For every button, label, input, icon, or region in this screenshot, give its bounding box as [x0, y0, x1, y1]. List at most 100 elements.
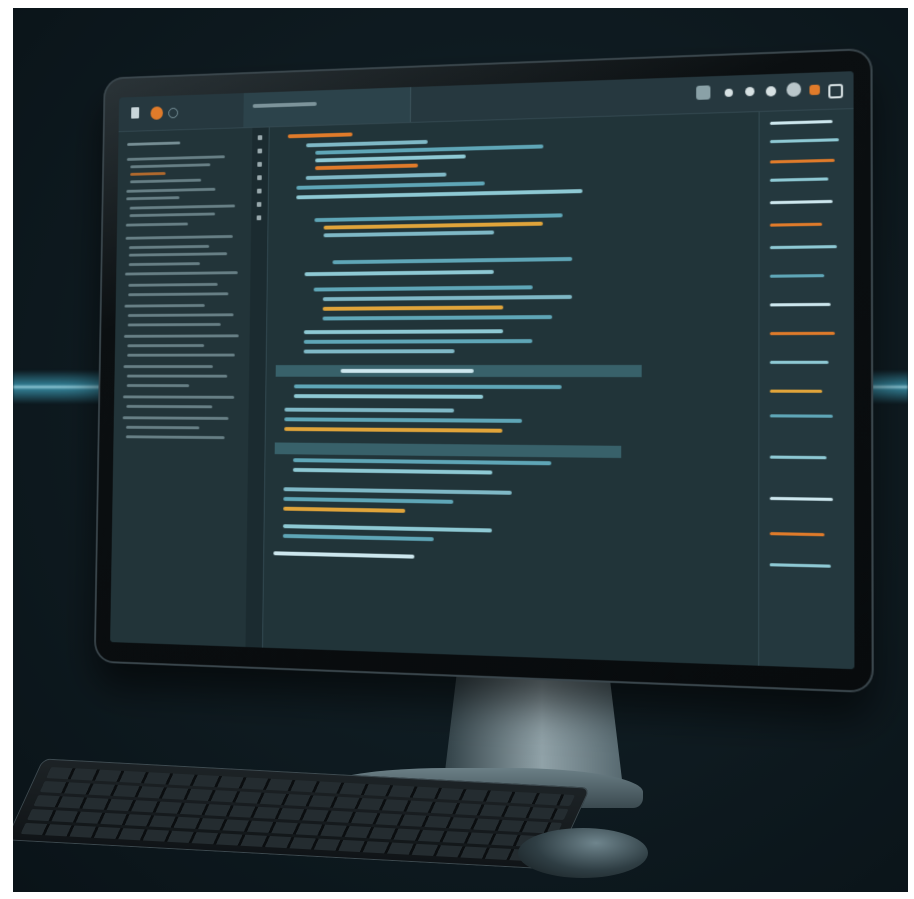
code-line — [284, 407, 455, 413]
panel-item[interactable] — [769, 222, 823, 227]
list-item[interactable] — [127, 313, 234, 317]
code-line — [305, 172, 447, 180]
panel-item[interactable] — [769, 158, 835, 164]
extensions-icon[interactable] — [256, 188, 262, 194]
settings-icon[interactable] — [828, 83, 844, 99]
mouse — [518, 828, 648, 878]
panel-item[interactable] — [769, 563, 831, 568]
panel-item[interactable] — [769, 496, 833, 501]
terminal-icon[interactable] — [256, 215, 262, 221]
list-item[interactable] — [126, 425, 200, 430]
code-line — [293, 394, 484, 399]
list-item[interactable] — [122, 416, 229, 420]
panel-item[interactable] — [769, 331, 835, 336]
orange-bag-icon[interactable] — [809, 84, 820, 96]
panel-item[interactable] — [769, 199, 833, 205]
list-item[interactable] — [128, 262, 200, 267]
code-line — [306, 139, 428, 148]
list-item[interactable] — [123, 395, 235, 399]
explorer-icon[interactable] — [257, 135, 263, 141]
code-line — [332, 256, 573, 265]
code-line — [323, 221, 543, 230]
list-item[interactable] — [125, 235, 233, 240]
panel-item[interactable] — [769, 455, 827, 460]
outline-icon[interactable] — [256, 202, 262, 207]
code-line — [303, 349, 455, 354]
panel-item[interactable] — [769, 389, 823, 393]
list-item[interactable] — [125, 271, 238, 276]
code-line — [323, 230, 495, 238]
code-line — [282, 524, 492, 533]
code-line — [304, 269, 494, 277]
circle-icon-2[interactable] — [745, 86, 755, 97]
code-line — [293, 458, 552, 466]
list-item[interactable] — [126, 374, 228, 378]
code-line — [303, 329, 504, 335]
code-line — [322, 315, 553, 321]
list-item[interactable] — [129, 204, 236, 210]
list-item[interactable] — [123, 334, 239, 338]
code-line — [283, 496, 454, 504]
list-item[interactable] — [126, 155, 225, 161]
panel-item[interactable] — [769, 119, 833, 125]
list-item[interactable] — [127, 353, 235, 357]
list-item[interactable] — [128, 244, 210, 250]
code-line — [283, 506, 406, 513]
list-item[interactable] — [126, 196, 180, 201]
user-icon[interactable] — [786, 82, 802, 97]
panel-item[interactable] — [769, 177, 829, 182]
highlighted-line — [274, 442, 622, 459]
code-line — [314, 213, 563, 223]
list-item[interactable] — [129, 212, 216, 218]
list-item[interactable] — [128, 252, 228, 257]
list-item[interactable] — [130, 178, 202, 184]
panel-item[interactable] — [769, 532, 825, 537]
panel-item[interactable] — [769, 138, 839, 144]
circle-icon[interactable] — [168, 107, 179, 119]
list-item[interactable] — [126, 384, 190, 388]
code-line — [322, 305, 504, 311]
code-line — [273, 551, 415, 559]
code-line — [284, 427, 503, 433]
list-item[interactable] — [124, 304, 205, 308]
list-item[interactable] — [130, 163, 211, 169]
code-line — [296, 189, 583, 200]
list-item[interactable] — [127, 323, 221, 327]
file-icon[interactable] — [131, 107, 140, 119]
debug-icon[interactable] — [257, 175, 262, 181]
code-line — [283, 487, 512, 495]
code-line — [303, 339, 533, 344]
photo-backdrop — [13, 8, 908, 892]
search-icon[interactable] — [257, 148, 263, 154]
panel-item[interactable] — [769, 245, 837, 250]
code-line — [296, 181, 485, 190]
panel-item[interactable] — [769, 360, 829, 364]
tab-label — [252, 101, 317, 108]
code-line — [292, 467, 493, 475]
list-item[interactable] — [123, 365, 213, 368]
panel-item[interactable] — [769, 414, 833, 418]
list-item[interactable] — [125, 222, 188, 227]
list-item[interactable] — [125, 435, 225, 440]
code-line — [284, 417, 523, 423]
list-item[interactable] — [127, 344, 205, 348]
list-item[interactable] — [130, 172, 166, 176]
panel-item[interactable] — [769, 302, 831, 307]
list-item[interactable] — [126, 404, 213, 409]
code-line — [287, 132, 353, 139]
half-circle-icon[interactable] — [765, 86, 777, 97]
tab-editor[interactable] — [243, 87, 412, 128]
code-editor[interactable] — [262, 111, 760, 666]
list-item[interactable] — [128, 292, 229, 297]
screen — [110, 71, 855, 670]
code-line — [293, 384, 562, 390]
list-item[interactable] — [128, 282, 218, 287]
panel-item[interactable] — [769, 274, 825, 278]
list-item[interactable] — [126, 187, 216, 193]
source-control-icon[interactable] — [257, 161, 262, 167]
chat-icon[interactable] — [724, 88, 733, 97]
orange-badge-icon[interactable] — [150, 106, 164, 120]
code-line — [340, 368, 474, 373]
split-icon[interactable] — [696, 85, 711, 100]
right-panel — [758, 109, 855, 670]
